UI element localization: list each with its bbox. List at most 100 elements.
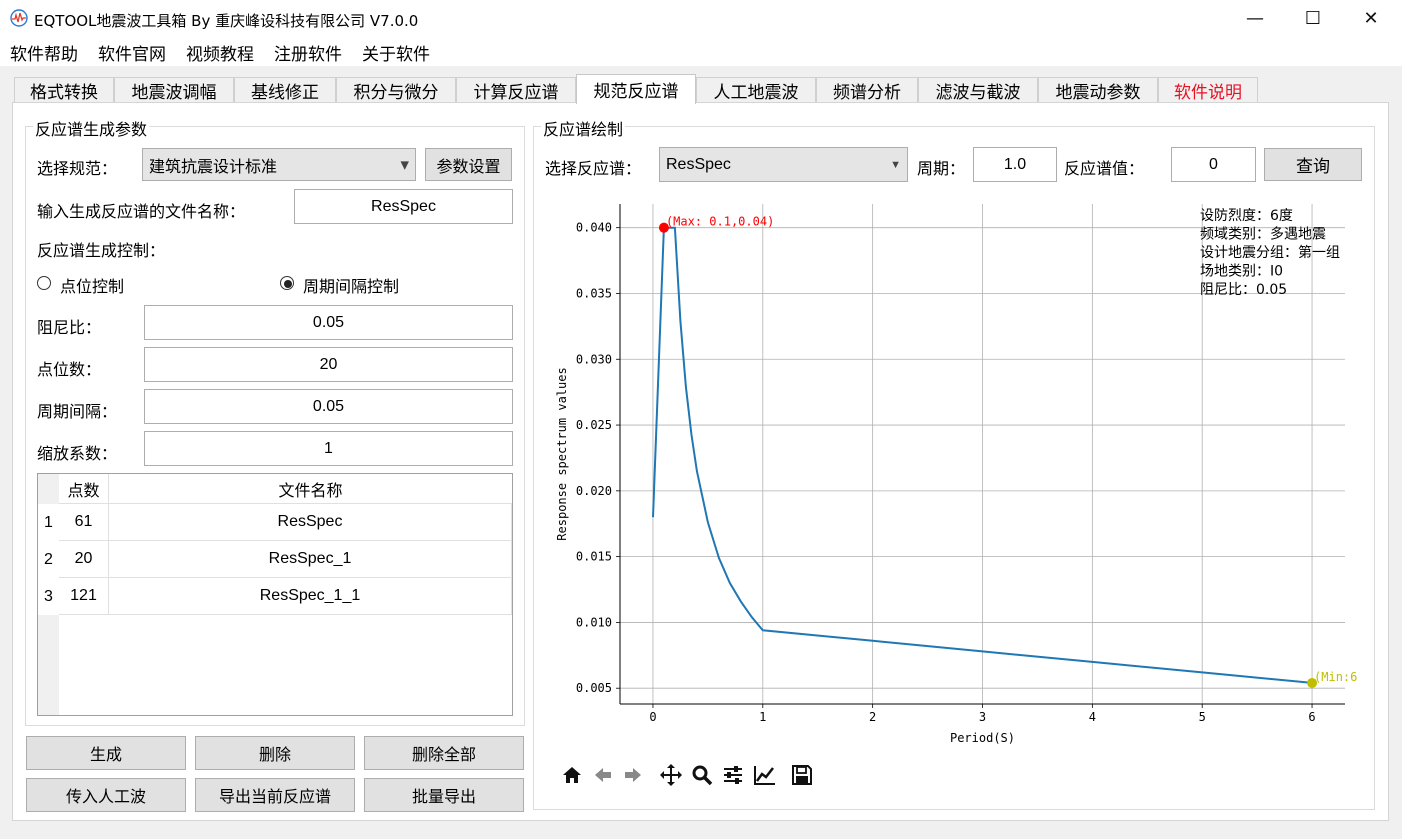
cell-points[interactable]: 20: [59, 541, 109, 578]
table-row[interactable]: 3 121 ResSpec_1_1: [38, 578, 512, 615]
interval-label: 周期间隔：: [37, 402, 118, 421]
radio-interval-label: 周期间隔控制: [303, 277, 400, 296]
app-logo-icon: [10, 9, 28, 27]
minimize-button[interactable]: —: [1226, 0, 1284, 36]
y-tick-label: 0.040: [576, 221, 612, 235]
tab-filter-cut[interactable]: 滤波与截波: [918, 77, 1038, 103]
spectrum-select-label: 选择反应谱：: [545, 159, 642, 178]
response-spectrum-chart[interactable]: 0 1 2 3 4 5 6 0.005 0.010 0.015 0.020 0.025 0.030 0.0…: [540, 190, 1370, 750]
header-filename[interactable]: 文件名称: [109, 474, 512, 504]
y-axis-label: Response spectrum values: [555, 367, 569, 540]
tab-baseline-correction[interactable]: 基线修正: [234, 77, 336, 103]
tab-spectrum-analysis[interactable]: 频谱分析: [816, 77, 918, 103]
menu-video-tutorial[interactable]: 视频教程: [186, 40, 254, 65]
row-index: 1: [38, 504, 59, 541]
radio-point-label: 点位控制: [60, 277, 125, 296]
y-tick-label: 0.035: [576, 286, 612, 300]
query-button[interactable]: 查询: [1264, 148, 1362, 181]
cell-filename[interactable]: ResSpec_1_1: [109, 578, 512, 615]
radio-point-control[interactable]: [37, 276, 51, 290]
annotation-line: 设计地震分组：第一组: [1200, 244, 1340, 261]
window-title: EQTOOL地震波工具箱 By 重庆峰设科技有限公司 V7.0.0: [34, 12, 419, 30]
x-tick-label: 4: [1089, 710, 1096, 724]
spectrum-value-label: 反应谱值：: [1064, 159, 1145, 178]
y-tick-label: 0.020: [576, 484, 612, 498]
pan-icon[interactable]: [658, 762, 684, 788]
spectrum-select[interactable]: ResSpec ▼: [659, 147, 908, 182]
tab-artificial-wave[interactable]: 人工地震波: [696, 77, 816, 103]
tab-wave-scaling[interactable]: 地震波调幅: [114, 77, 234, 103]
y-tick-label: 0.015: [576, 550, 612, 564]
configure-icon[interactable]: [720, 762, 746, 788]
menu-register[interactable]: 注册软件: [274, 40, 342, 65]
filename-input[interactable]: ResSpec: [294, 189, 513, 224]
forward-icon[interactable]: [620, 762, 646, 788]
standard-label: 选择规范：: [37, 159, 118, 178]
row-index: 3: [38, 578, 59, 615]
menu-about[interactable]: 关于软件: [362, 40, 430, 65]
spectrum-select-value: ResSpec: [666, 155, 731, 173]
tab-software-notes[interactable]: 软件说明: [1158, 77, 1258, 103]
send-to-artificial-wave-button[interactable]: 传入人工波: [26, 778, 186, 812]
standard-select-value: 建筑抗震设计标准: [149, 156, 278, 176]
annotation-line: 频域类别：多遇地震: [1200, 226, 1326, 243]
corner-cell: [38, 474, 59, 504]
radio-interval-control[interactable]: [280, 276, 294, 290]
filename-label: 输入生成反应谱的文件名称：: [37, 202, 246, 221]
cell-points[interactable]: 61: [59, 504, 109, 541]
delete-button[interactable]: 删除: [195, 736, 355, 770]
batch-export-button[interactable]: 批量导出: [364, 778, 524, 812]
back-icon[interactable]: [590, 762, 616, 788]
scale-label: 缩放系数：: [37, 444, 118, 463]
param-settings-button[interactable]: 参数设置: [425, 148, 512, 181]
scale-input[interactable]: 1: [144, 431, 513, 466]
x-tick-label: 3: [979, 710, 986, 724]
spectrum-value-input[interactable]: 0: [1171, 147, 1256, 182]
y-tick-label: 0.025: [576, 418, 612, 432]
plot-group-title: 反应谱绘制: [541, 116, 626, 140]
menu-help[interactable]: 软件帮助: [10, 40, 78, 65]
y-tick-label: 0.010: [576, 615, 612, 629]
header-points[interactable]: 点数: [59, 474, 109, 504]
x-tick-label: 5: [1199, 710, 1206, 724]
edit-axis-icon[interactable]: [752, 762, 778, 788]
cell-filename[interactable]: ResSpec_1: [109, 541, 512, 578]
min-point-label: (Min:6: [1314, 670, 1357, 684]
period-input[interactable]: 1.0: [973, 147, 1057, 182]
zoom-icon[interactable]: [689, 762, 715, 788]
cell-filename[interactable]: ResSpec: [109, 504, 512, 541]
delete-all-button[interactable]: 删除全部: [364, 736, 524, 770]
export-current-spectrum-button[interactable]: 导出当前反应谱: [195, 778, 355, 812]
points-input[interactable]: 20: [144, 347, 513, 382]
row-index: 2: [38, 541, 59, 578]
max-point-label: (Max: 0.1,0.04): [666, 215, 774, 229]
damping-input[interactable]: 0.05: [144, 305, 513, 340]
maximize-button[interactable]: ☐: [1284, 0, 1342, 36]
chevron-down-icon: ▼: [400, 158, 409, 171]
tab-compute-spectrum[interactable]: 计算反应谱: [456, 77, 576, 103]
cell-points[interactable]: 121: [59, 578, 109, 615]
tab-format-convert[interactable]: 格式转换: [14, 77, 114, 103]
annotation-line: 阻尼比：0.05: [1200, 282, 1287, 298]
close-button[interactable]: ✕: [1342, 0, 1400, 36]
home-icon[interactable]: [559, 762, 585, 788]
params-group-title: 反应谱生成参数: [33, 116, 150, 140]
save-icon[interactable]: [789, 762, 815, 788]
x-tick-label: 6: [1308, 710, 1315, 724]
table-row[interactable]: 1 61 ResSpec: [38, 504, 512, 541]
y-tick-label: 0.005: [576, 681, 612, 695]
annotation-block: 设防烈度：6度频域类别：多遇地震设计地震分组：第一组场地类别：I0 阻尼比：0.0…: [1200, 208, 1340, 298]
y-tick-label: 0.030: [576, 352, 612, 366]
standard-select[interactable]: 建筑抗震设计标准 ▼: [142, 148, 416, 181]
tab-ground-motion-params[interactable]: 地震动参数: [1038, 77, 1158, 103]
interval-input[interactable]: 0.05: [144, 389, 513, 424]
x-tick-label: 2: [869, 710, 876, 724]
menu-website[interactable]: 软件官网: [98, 40, 166, 65]
table-row[interactable]: 2 20 ResSpec_1: [38, 541, 512, 578]
points-label: 点位数：: [37, 360, 102, 379]
annotation-line: 设防烈度：6度: [1200, 208, 1293, 224]
tab-code-spectrum[interactable]: 规范反应谱: [576, 74, 696, 104]
spectrum-table[interactable]: 点数 文件名称 1 61 ResSpec 2 20 ResSpec_1 3 12…: [37, 473, 513, 716]
generate-button[interactable]: 生成: [26, 736, 186, 770]
tab-integral-differential[interactable]: 积分与微分: [336, 77, 456, 103]
